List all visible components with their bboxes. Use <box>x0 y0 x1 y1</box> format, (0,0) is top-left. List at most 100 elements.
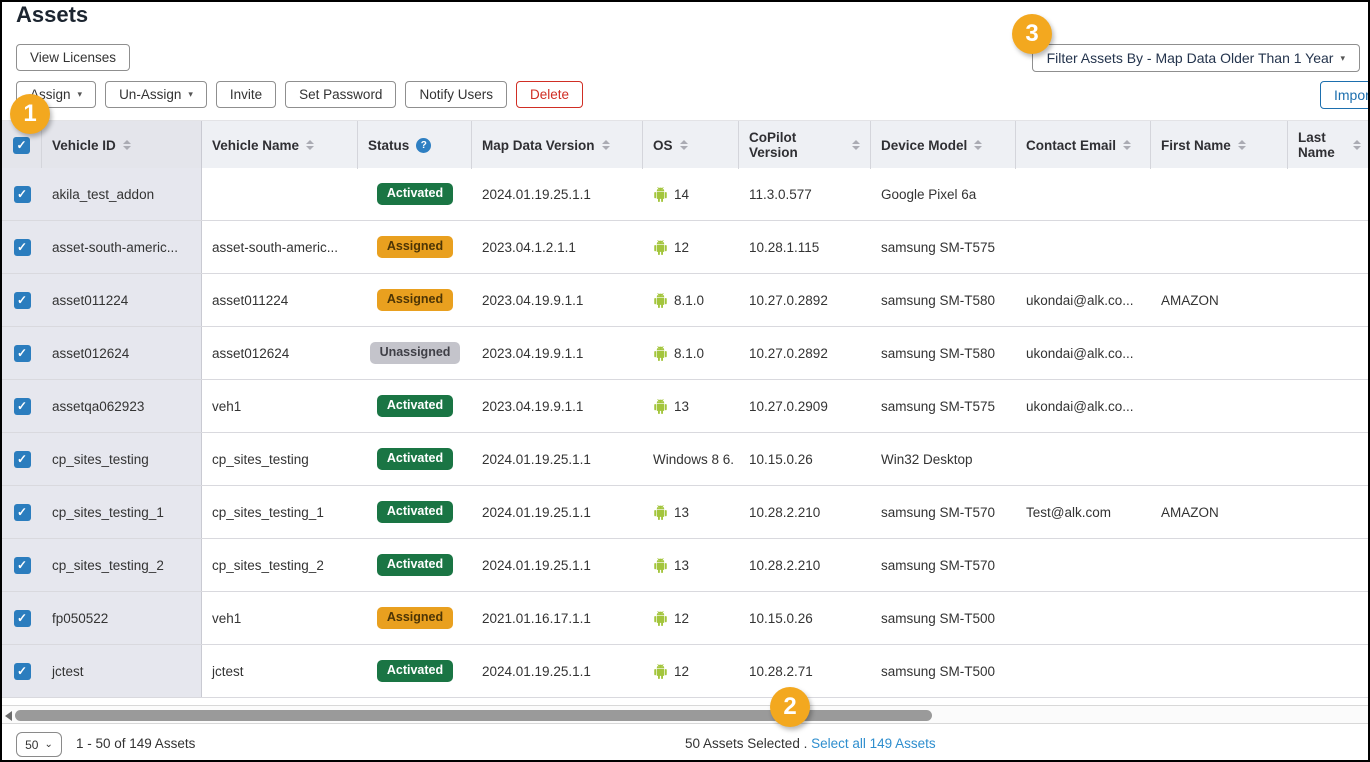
cell-os: 13 <box>643 486 739 538</box>
cell-last_name <box>1288 221 1370 273</box>
column-header-email[interactable]: Contact Email <box>1016 121 1151 169</box>
sort-icon[interactable] <box>123 140 131 150</box>
cell-os: 13 <box>643 380 739 432</box>
os-value: 8.1.0 <box>653 346 704 361</box>
sort-icon[interactable] <box>1353 140 1361 150</box>
os-value: 13 <box>653 558 689 573</box>
status-badge: Activated <box>377 554 453 576</box>
pagination-range-text: 1 - 50 of 149 Assets <box>76 736 195 751</box>
status-badge: Assigned <box>377 607 453 629</box>
cell-copilot: 10.15.0.26 <box>739 433 871 485</box>
cell-map_version: 2024.01.19.25.1.1 <box>472 539 643 591</box>
cell-copilot: 11.3.0.577 <box>739 168 871 220</box>
sort-icon[interactable] <box>1238 140 1246 150</box>
row-checkbox[interactable]: ✓ <box>14 557 31 574</box>
column-header-first_name[interactable]: First Name <box>1151 121 1288 169</box>
horizontal-scrollbar[interactable] <box>2 705 1370 724</box>
sort-icon[interactable] <box>852 140 860 150</box>
set-password-button[interactable]: Set Password <box>285 81 396 108</box>
footer-bar: 50 ⌄ 1 - 50 of 149 Assets 50 Assets Sele… <box>2 725 1370 762</box>
column-header-label: Vehicle ID <box>52 138 116 153</box>
table-row: ✓ cp_sites_testing_2cp_sites_testing_2 Act… <box>2 539 1370 592</box>
cell-device: Google Pixel 6a <box>871 168 1016 220</box>
cell-vehicle_name: asset012624 <box>202 327 358 379</box>
page-title: Assets <box>16 2 88 28</box>
notify-users-button[interactable]: Notify Users <box>405 81 507 108</box>
cell-last_name <box>1288 433 1370 485</box>
cell-last_name <box>1288 327 1370 379</box>
status-badge: Activated <box>377 395 453 417</box>
column-header-device[interactable]: Device Model <box>871 121 1016 169</box>
cell-device: samsung SM-T575 <box>871 380 1016 432</box>
sort-icon[interactable] <box>680 140 688 150</box>
column-header-label: Map Data Version <box>482 138 595 153</box>
chevron-down-icon: ▾ <box>188 90 193 99</box>
filter-assets-dropdown[interactable]: Filter Assets By - Map Data Older Than 1… <box>1032 44 1360 72</box>
column-header-vehicle_id[interactable]: Vehicle ID <box>42 121 202 169</box>
row-checkbox[interactable]: ✓ <box>14 239 31 256</box>
cell-copilot: 10.15.0.26 <box>739 592 871 644</box>
view-licenses-button[interactable]: View Licenses <box>16 44 130 71</box>
cell-first_name <box>1151 380 1288 432</box>
sort-icon[interactable] <box>974 140 982 150</box>
cell-vehicle_id: asset012624 <box>42 327 202 379</box>
row-checkbox[interactable]: ✓ <box>14 398 31 415</box>
row-checkbox[interactable]: ✓ <box>14 186 31 203</box>
android-icon <box>653 187 668 202</box>
delete-button[interactable]: Delete <box>516 81 583 108</box>
cell-os: 13 <box>643 539 739 591</box>
selection-summary: 50 Assets Selected . Select all 149 Asse… <box>685 736 936 751</box>
cell-map_version: 2023.04.19.9.1.1 <box>472 274 643 326</box>
os-label: 14 <box>674 187 689 202</box>
cell-vehicle_id: fp050522 <box>42 592 202 644</box>
status-help-icon[interactable]: ? <box>416 138 431 153</box>
android-icon <box>653 611 668 626</box>
cell-vehicle_name: asset-south-americ... <box>202 221 358 273</box>
callout-badge-3: 3 <box>1012 14 1052 54</box>
column-header-label: First Name <box>1161 138 1231 153</box>
cell-vehicle_id: cp_sites_testing_2 <box>42 539 202 591</box>
cell-map_version: 2023.04.19.9.1.1 <box>472 327 643 379</box>
table-row: ✓asset011224asset011224Assigned2023.04.1… <box>2 274 1370 327</box>
cell-vehicle_name: cp_sites_testing_2 <box>202 539 358 591</box>
cell-os: 8.1.0 <box>643 327 739 379</box>
cell-last_name <box>1288 380 1370 432</box>
invite-button[interactable]: Invite <box>216 81 276 108</box>
import-button[interactable]: Import <box>1320 81 1370 109</box>
cell-device: samsung SM-T500 <box>871 645 1016 697</box>
sort-icon[interactable] <box>1123 140 1131 150</box>
cell-first_name <box>1151 433 1288 485</box>
android-icon <box>653 664 668 679</box>
column-header-copilot[interactable]: CoPilot Version <box>739 121 871 169</box>
row-checkbox[interactable]: ✓ <box>14 345 31 362</box>
status-badge: Assigned <box>377 236 453 258</box>
chevron-down-icon: ▾ <box>1340 54 1345 63</box>
callout-badge-2: 2 <box>770 687 810 727</box>
page-size-select[interactable]: 50 ⌄ <box>16 732 62 757</box>
row-checkbox[interactable]: ✓ <box>14 451 31 468</box>
column-header-vehicle_name[interactable]: Vehicle Name <box>202 121 358 169</box>
select-all-link[interactable]: Select all 149 Assets <box>811 736 936 751</box>
unassign-dropdown-button[interactable]: Un-Assign ▾ <box>105 81 207 108</box>
cell-status: Activated <box>358 168 472 220</box>
column-header-label: Contact Email <box>1026 138 1116 153</box>
column-header-map_version[interactable]: Map Data Version <box>472 121 643 169</box>
sort-icon[interactable] <box>306 140 314 150</box>
cell-email <box>1016 433 1151 485</box>
cell-last_name <box>1288 274 1370 326</box>
android-icon <box>653 558 668 573</box>
row-checkbox[interactable]: ✓ <box>14 292 31 309</box>
cell-map_version: 2024.01.19.25.1.1 <box>472 433 643 485</box>
row-checkbox[interactable]: ✓ <box>14 663 31 680</box>
assets-page: Assets View Licenses Filter Assets By - … <box>0 0 1370 762</box>
scroll-left-arrow-icon[interactable] <box>5 711 12 721</box>
sort-icon[interactable] <box>602 140 610 150</box>
row-checkbox[interactable]: ✓ <box>14 504 31 521</box>
column-header-os[interactable]: OS <box>643 121 739 169</box>
column-header-last_name[interactable]: Last Name <box>1288 121 1370 169</box>
cell-copilot: 10.27.0.2892 <box>739 274 871 326</box>
cell-status: Activated <box>358 433 472 485</box>
cell-status: Activated <box>358 380 472 432</box>
row-checkbox[interactable]: ✓ <box>14 610 31 627</box>
select-all-checkbox[interactable]: ✓ <box>13 137 30 154</box>
